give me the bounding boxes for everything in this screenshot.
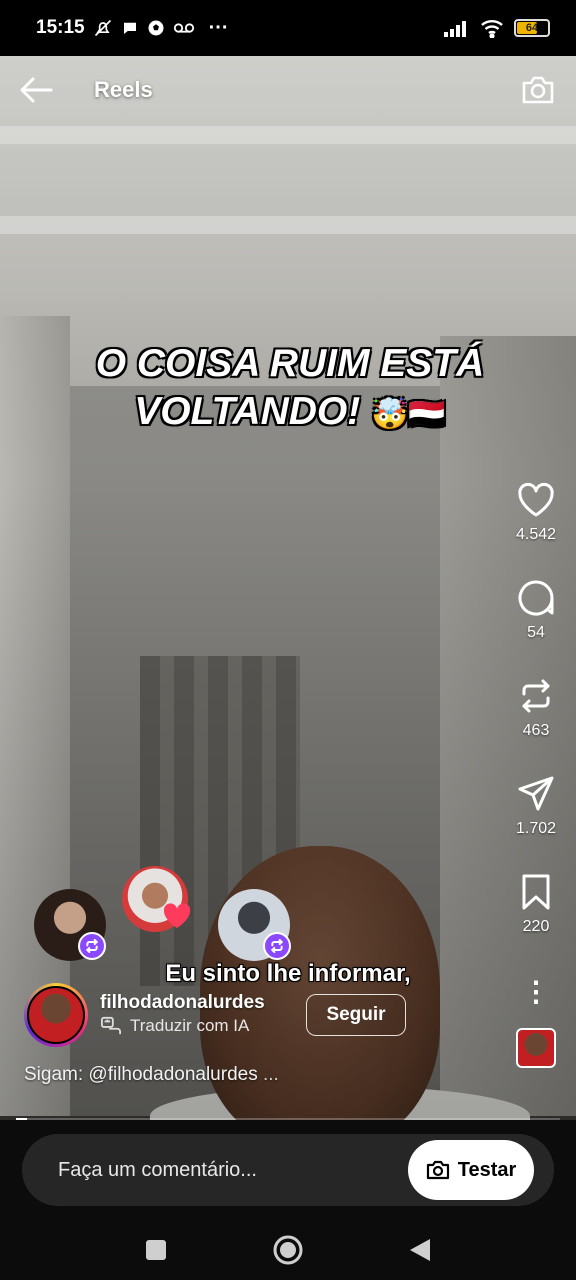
profile-avatar[interactable] [24, 983, 88, 1047]
camera-icon [522, 76, 554, 104]
page-title: Reels [94, 77, 153, 102]
repost-button[interactable]: 463 [496, 676, 576, 774]
camera-button[interactable] [518, 70, 558, 110]
video-subtitle: Eu sinto lhe informar, [165, 960, 411, 987]
test-button[interactable]: Testar [408, 1140, 534, 1200]
share-button[interactable]: 1.702 [496, 774, 576, 872]
back-nav-button[interactable] [400, 1230, 440, 1270]
bell-off-icon [94, 19, 111, 37]
audio-thumbnail[interactable] [516, 1028, 556, 1068]
heart-icon [518, 482, 554, 517]
triangle-back-icon [410, 1239, 430, 1261]
battery-icon: 64 [514, 19, 550, 37]
status-bar: 15:15 ··· 64 [0, 0, 576, 56]
status-time: 15:15 [36, 17, 85, 38]
chat-bubble-icon [123, 22, 136, 34]
wifi-icon [481, 20, 503, 38]
status-notification-icons: ··· [93, 17, 229, 40]
repost-badge-icon [78, 932, 106, 960]
video-progress-bar[interactable] [16, 1118, 560, 1120]
arrow-left-icon [20, 77, 53, 103]
headline-line-2: VOLTANDO! [134, 390, 361, 433]
signal-icon [444, 21, 466, 37]
send-icon [518, 776, 554, 811]
reels-header: Reels [0, 64, 576, 116]
save-count: 220 [522, 918, 550, 935]
follow-button[interactable]: Seguir [306, 994, 406, 1036]
soccer-ball-icon [148, 20, 164, 36]
headline-line-1: O COISA RUIM ESTÁ [95, 342, 485, 385]
heart-badge-icon [163, 903, 191, 928]
share-count: 1.702 [515, 820, 557, 837]
camera-icon [426, 1160, 449, 1180]
battery-level: 64 [525, 22, 539, 34]
square-icon [146, 1240, 166, 1260]
reel-caption[interactable]: Sigam: @filhodadonalurdes ... [24, 1064, 279, 1086]
headline-emoji: 🤯🇾🇪 [371, 398, 446, 431]
like-count: 4.542 [515, 526, 557, 543]
status-system-icons: 64 [444, 18, 550, 38]
back-button[interactable] [18, 72, 54, 108]
circle-icon [273, 1235, 303, 1265]
test-button-label: Testar [457, 1158, 517, 1181]
voicemail-icon [173, 23, 194, 33]
recents-button[interactable] [136, 1230, 176, 1270]
comment-placeholder: Faça um comentário... [58, 1158, 257, 1181]
comment-icon [518, 580, 554, 616]
bookmark-icon [522, 874, 550, 910]
like-button[interactable]: 4.542 [496, 480, 576, 578]
translate-ai-button[interactable]: Traduzir com IA [100, 1016, 249, 1036]
comment-button[interactable]: 54 [496, 578, 576, 676]
caption-more: ... [263, 1064, 279, 1085]
status-more: ··· [208, 16, 229, 39]
video-progress-fill [16, 1118, 27, 1120]
reel-headline: O COISA RUIM ESTÁ VOLTANDO! 🤯🇾🇪 [40, 340, 540, 439]
system-nav-bar [0, 1220, 576, 1280]
comment-input[interactable]: Faça um comentário... Testar [22, 1134, 554, 1206]
username[interactable]: filhodadonalurdes [100, 992, 265, 1014]
comment-count: 54 [527, 624, 545, 641]
repost-count: 463 [522, 722, 550, 739]
comment-bar: Faça um comentário... Testar [0, 1120, 576, 1220]
translate-label: Traduzir com IA [130, 1016, 250, 1035]
translate-icon [101, 1016, 121, 1035]
caption-text: Sigam: @filhodadonalurdes [24, 1064, 258, 1085]
home-button[interactable] [268, 1230, 308, 1270]
save-button[interactable]: 220 [496, 872, 576, 970]
repost-icon [522, 679, 550, 713]
repost-badge-icon [263, 932, 291, 960]
